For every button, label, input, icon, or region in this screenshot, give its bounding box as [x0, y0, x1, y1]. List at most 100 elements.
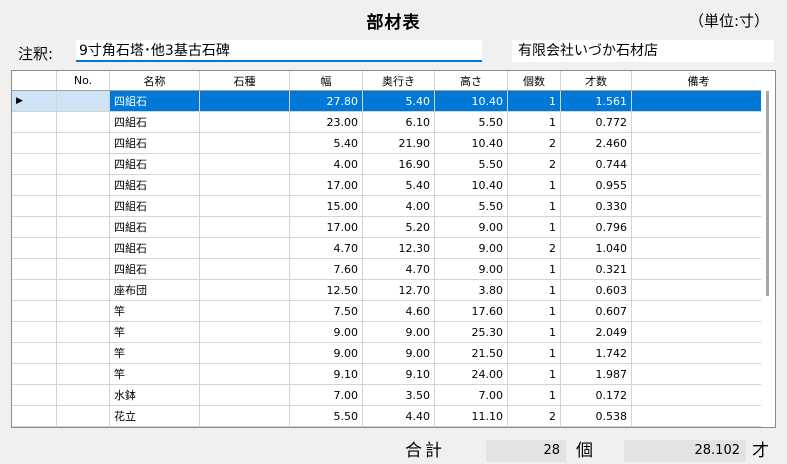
cell-sai[interactable]: 0.744: [560, 153, 632, 175]
cell-no[interactable]: [56, 342, 110, 364]
cell-stone-type[interactable]: [199, 279, 290, 301]
cell-height[interactable]: 11.10: [434, 405, 508, 427]
cell-stone-type[interactable]: [199, 90, 290, 112]
cell-count[interactable]: 1: [507, 384, 561, 406]
cell-name[interactable]: 花立: [109, 405, 200, 427]
row-header[interactable]: [12, 279, 57, 301]
cell-width[interactable]: 12.50: [289, 279, 363, 301]
cell-height[interactable]: 9.00: [434, 258, 508, 280]
cell-count[interactable]: 1: [507, 342, 561, 364]
cell-sai[interactable]: 0.538: [560, 405, 632, 427]
cell-count[interactable]: 2: [507, 132, 561, 154]
cell-height[interactable]: 25.30: [434, 321, 508, 343]
cell-sai[interactable]: 0.172: [560, 384, 632, 406]
cell-sai[interactable]: 1.040: [560, 237, 632, 259]
cell-name[interactable]: 四組石: [109, 237, 200, 259]
cell-name[interactable]: 水鉢: [109, 384, 200, 406]
cell-width[interactable]: 23.00: [289, 111, 363, 133]
cell-sai[interactable]: 0.772: [560, 111, 632, 133]
cell-no[interactable]: [56, 363, 110, 385]
cell-remarks[interactable]: [631, 384, 766, 406]
cell-name[interactable]: 竿: [109, 342, 200, 364]
cell-depth[interactable]: 4.60: [362, 300, 435, 322]
table-row[interactable]: 竿 9.00 9.00 25.30 1 2.049: [12, 321, 766, 343]
cell-depth[interactable]: 5.40: [362, 174, 435, 196]
cell-name[interactable]: 座布団: [109, 279, 200, 301]
row-header[interactable]: [12, 216, 57, 238]
cell-no[interactable]: [56, 132, 110, 154]
cell-name[interactable]: 四組石: [109, 132, 200, 154]
note-input[interactable]: 9寸角石塔･他3基古石碑: [76, 40, 482, 62]
column-header-sai[interactable]: 才数: [560, 71, 632, 91]
cell-depth[interactable]: 9.00: [362, 321, 435, 343]
cell-width[interactable]: 15.00: [289, 195, 363, 217]
cell-count[interactable]: 1: [507, 216, 561, 238]
cell-name[interactable]: 竿: [109, 300, 200, 322]
table-row[interactable]: 四組石 7.60 4.70 9.00 1 0.321: [12, 258, 766, 280]
cell-remarks[interactable]: [631, 363, 766, 385]
column-header-no[interactable]: No.: [56, 71, 110, 91]
cell-stone-type[interactable]: [199, 258, 290, 280]
cell-width[interactable]: 17.00: [289, 174, 363, 196]
cell-width[interactable]: 7.50: [289, 300, 363, 322]
row-header[interactable]: [12, 342, 57, 364]
cell-stone-type[interactable]: [199, 195, 290, 217]
cell-height[interactable]: 24.00: [434, 363, 508, 385]
cell-height[interactable]: 9.00: [434, 216, 508, 238]
cell-sai[interactable]: 1.987: [560, 363, 632, 385]
cell-depth[interactable]: 4.40: [362, 405, 435, 427]
column-header-stone-type[interactable]: 石種: [199, 71, 290, 91]
cell-remarks[interactable]: [631, 258, 766, 280]
row-header[interactable]: [12, 363, 57, 385]
cell-stone-type[interactable]: [199, 321, 290, 343]
cell-count[interactable]: 2: [507, 153, 561, 175]
cell-width[interactable]: 17.00: [289, 216, 363, 238]
cell-height[interactable]: 10.40: [434, 132, 508, 154]
table-row[interactable]: 四組石 23.00 6.10 5.50 1 0.772: [12, 111, 766, 133]
cell-no[interactable]: [56, 195, 110, 217]
row-header[interactable]: [12, 195, 57, 217]
table-row[interactable]: 竿 9.00 9.00 21.50 1 1.742: [12, 342, 766, 364]
cell-no[interactable]: [56, 279, 110, 301]
cell-remarks[interactable]: [631, 90, 766, 112]
cell-no[interactable]: [56, 216, 110, 238]
column-header-remarks[interactable]: 備考: [631, 71, 766, 91]
cell-remarks[interactable]: [631, 111, 766, 133]
table-row[interactable]: 四組石 17.00 5.20 9.00 1 0.796: [12, 216, 766, 238]
cell-no[interactable]: [56, 300, 110, 322]
table-row[interactable]: 座布団 12.50 12.70 3.80 1 0.603: [12, 279, 766, 301]
cell-height[interactable]: 5.50: [434, 153, 508, 175]
row-header[interactable]: [12, 111, 57, 133]
table-row[interactable]: 四組石 5.40 21.90 10.40 2 2.460: [12, 132, 766, 154]
cell-name[interactable]: 四組石: [109, 153, 200, 175]
table-row[interactable]: ▶ 四組石 27.80 5.40 10.40 1 1.561: [12, 90, 766, 112]
cell-remarks[interactable]: [631, 300, 766, 322]
cell-width[interactable]: 9.10: [289, 363, 363, 385]
cell-width[interactable]: 9.00: [289, 321, 363, 343]
cell-width[interactable]: 5.40: [289, 132, 363, 154]
cell-width[interactable]: 7.60: [289, 258, 363, 280]
cell-stone-type[interactable]: [199, 363, 290, 385]
column-header-name[interactable]: 名称: [109, 71, 200, 91]
cell-depth[interactable]: 12.30: [362, 237, 435, 259]
cell-stone-type[interactable]: [199, 153, 290, 175]
cell-name[interactable]: 四組石: [109, 111, 200, 133]
cell-sai[interactable]: 0.603: [560, 279, 632, 301]
cell-remarks[interactable]: [631, 195, 766, 217]
cell-sai[interactable]: 0.321: [560, 258, 632, 280]
row-header[interactable]: [12, 384, 57, 406]
cell-no[interactable]: [56, 258, 110, 280]
row-header[interactable]: [12, 132, 57, 154]
row-header[interactable]: [12, 405, 57, 427]
cell-stone-type[interactable]: [199, 132, 290, 154]
cell-height[interactable]: 21.50: [434, 342, 508, 364]
cell-height[interactable]: 3.80: [434, 279, 508, 301]
cell-stone-type[interactable]: [199, 300, 290, 322]
cell-depth[interactable]: 9.00: [362, 342, 435, 364]
row-header[interactable]: ▶: [12, 90, 57, 112]
cell-count[interactable]: 1: [507, 174, 561, 196]
table-row[interactable]: 竿 7.50 4.60 17.60 1 0.607: [12, 300, 766, 322]
cell-sai[interactable]: 0.955: [560, 174, 632, 196]
cell-remarks[interactable]: [631, 342, 766, 364]
cell-sai[interactable]: 0.796: [560, 216, 632, 238]
